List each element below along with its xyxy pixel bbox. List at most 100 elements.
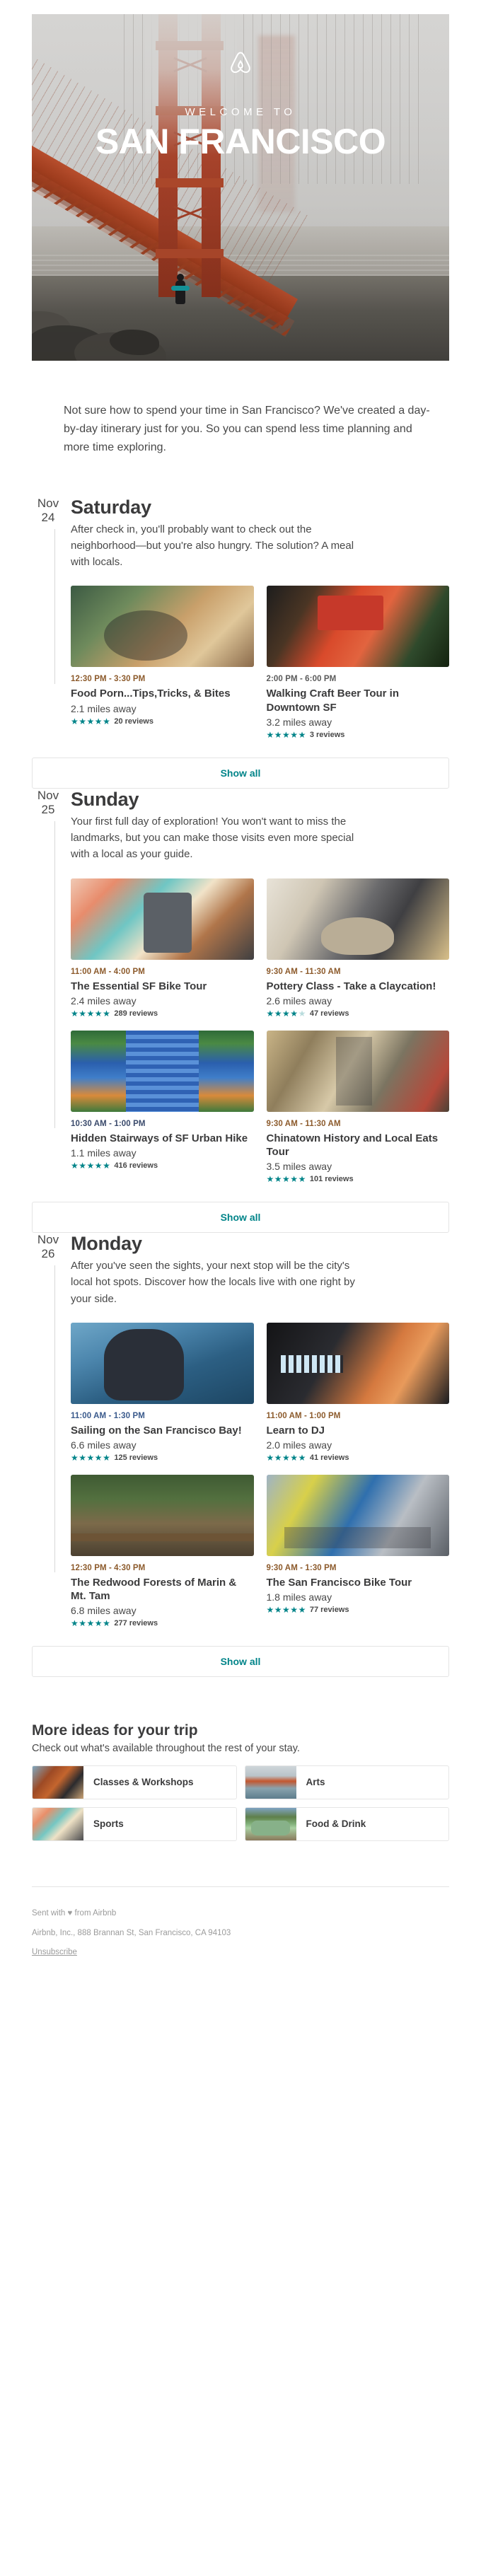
category-label: Sports — [93, 1818, 124, 1830]
experience-title[interactable]: Chinatown History and Local Eats Tour — [267, 1132, 450, 1159]
more-ideas-section: More ideas for your trip Check out what'… — [32, 1722, 449, 1842]
category-label: Food & Drink — [306, 1818, 366, 1830]
experience-title[interactable]: Hidden Stairways of SF Urban Hike — [71, 1132, 254, 1145]
experience-time: 12:30 PM - 3:30 PM — [71, 675, 146, 684]
experience-card-grid: 11:00 AM - 4:00 PM The Essential SF Bike… — [71, 878, 450, 1183]
experience-image[interactable] — [266, 1475, 449, 1557]
experience-image[interactable] — [71, 1030, 254, 1112]
category-image — [245, 1808, 296, 1841]
day-number: 24 — [41, 510, 55, 524]
experience-card[interactable]: 11:00 AM - 1:30 PM Sailing on the San Fr… — [71, 1322, 254, 1462]
experience-distance: 2.4 miles away — [71, 994, 137, 1006]
experience-rating: ★★★★★ 3 reviews — [267, 731, 450, 739]
experience-card[interactable]: 9:30 AM - 11:30 AM Chinatown History and… — [266, 1030, 450, 1183]
hero-title: SAN FRANCISCO — [95, 122, 386, 161]
experience-image[interactable] — [71, 586, 254, 668]
day-section-sunday: Nov 25 Sunday Your first full day of exp… — [32, 789, 449, 1183]
category-label: Arts — [306, 1777, 325, 1788]
experience-title[interactable]: Walking Craft Beer Tour in Downtown SF — [267, 687, 450, 714]
show-all-button[interactable]: Show all — [32, 1202, 449, 1234]
experience-title[interactable]: The Redwood Forests of Marin & Mt. Tam — [71, 1576, 254, 1603]
experience-title[interactable]: Food Porn...Tips,Tricks, & Bites — [71, 687, 254, 700]
experience-card[interactable]: 9:30 AM - 11:30 AM Pottery Class - Take … — [266, 878, 450, 1018]
day-section-monday: Nov 26 Monday After you've seen the sigh… — [32, 1233, 449, 1628]
timeline-rail — [54, 528, 55, 684]
experience-image[interactable] — [266, 1322, 449, 1404]
experience-distance: 2.0 miles away — [266, 1439, 332, 1451]
timeline-rail — [54, 1265, 55, 1573]
experience-title[interactable]: The Essential SF Bike Tour — [71, 980, 254, 993]
experience-distance: 6.8 miles away — [71, 1605, 137, 1617]
footer: Sent with ♥ from Airbnb Airbnb, Inc., 88… — [32, 1908, 449, 1957]
category-tile[interactable]: Sports — [32, 1807, 237, 1842]
star-rating-icon: ★★★★★ — [266, 729, 306, 740]
experience-reviews: 41 reviews — [309, 1454, 349, 1463]
experience-card[interactable]: 9:30 AM - 1:30 PM The San Francisco Bike… — [266, 1475, 450, 1628]
day-name: Sunday — [71, 788, 139, 810]
experience-card[interactable]: 12:30 PM - 4:30 PM The Redwood Forests o… — [71, 1475, 254, 1628]
day-number: 25 — [41, 802, 55, 816]
day-description: After you've seen the sights, your next … — [71, 1260, 355, 1305]
day-section-saturday: Nov 24 Saturday After check in, you'll p… — [32, 497, 449, 739]
experience-reviews: 416 reviews — [114, 1161, 158, 1170]
experience-reviews: 77 reviews — [309, 1606, 349, 1615]
unsubscribe-link[interactable]: Unsubscribe — [32, 1948, 77, 1956]
experience-rating: ★★★★★ 416 reviews — [71, 1161, 254, 1170]
footer-sent-with: Sent with ♥ from Airbnb — [32, 1909, 117, 1918]
experience-image[interactable] — [266, 878, 449, 960]
experience-card[interactable]: 10:30 AM - 1:00 PM Hidden Stairways of S… — [71, 1030, 254, 1183]
experience-rating: ★★★★★ 101 reviews — [267, 1175, 450, 1183]
experience-card[interactable]: 12:30 PM - 3:30 PM Food Porn...Tips,Tric… — [71, 586, 254, 738]
experience-rating: ★★★★★ 125 reviews — [71, 1454, 254, 1462]
experience-image[interactable] — [71, 1475, 254, 1557]
experience-reviews: 289 reviews — [114, 1009, 158, 1018]
experience-image[interactable] — [266, 1030, 449, 1112]
experience-card[interactable]: 11:00 AM - 1:00 PM Learn to DJ 2.0 miles… — [266, 1322, 450, 1463]
experience-distance: 1.8 miles away — [266, 1591, 332, 1603]
category-label: Classes & Workshops — [93, 1777, 194, 1788]
category-tile[interactable]: Classes & Workshops — [32, 1765, 237, 1800]
day-month: Nov — [37, 788, 59, 802]
experience-title[interactable]: Learn to DJ — [267, 1424, 450, 1437]
experience-title[interactable]: Sailing on the San Francisco Bay! — [71, 1424, 254, 1437]
footer-divider — [32, 1886, 449, 1888]
experience-time: 2:00 PM - 6:00 PM — [266, 675, 337, 684]
hero-kicker: WELCOME TO — [185, 106, 296, 118]
experience-time: 9:30 AM - 11:30 AM — [266, 1119, 341, 1128]
experience-image[interactable] — [266, 586, 449, 668]
experience-title[interactable]: Pottery Class - Take a Claycation! — [267, 980, 450, 993]
experience-card-grid: 11:00 AM - 1:30 PM Sailing on the San Fr… — [71, 1322, 450, 1628]
experience-distance: 3.5 miles away — [266, 1161, 332, 1173]
email-page: WELCOME TO SAN FRANCISCO Not sure how to… — [0, 14, 481, 1958]
experience-card[interactable]: 2:00 PM - 6:00 PM Walking Craft Beer Tou… — [266, 586, 450, 739]
experience-title[interactable]: The San Francisco Bike Tour — [267, 1576, 450, 1589]
experience-card[interactable]: 11:00 AM - 4:00 PM The Essential SF Bike… — [71, 878, 254, 1018]
show-all-button[interactable]: Show all — [32, 1646, 449, 1678]
category-image — [33, 1808, 83, 1841]
experience-time: 9:30 AM - 1:30 PM — [266, 1564, 337, 1573]
day-month: Nov — [37, 496, 59, 510]
day-name: Monday — [71, 1233, 142, 1255]
experience-time: 12:30 PM - 4:30 PM — [71, 1564, 146, 1573]
star-rating-icon: ★★★★★ — [266, 1174, 306, 1185]
experience-reviews: 101 reviews — [309, 1175, 354, 1184]
category-tile[interactable]: Food & Drink — [244, 1807, 449, 1842]
star-rating-icon: ★★★★★ — [71, 1160, 111, 1171]
experience-rating: ★★★★★ 47 reviews — [267, 1009, 450, 1018]
experience-image[interactable] — [71, 1322, 254, 1404]
experience-reviews: 3 reviews — [309, 730, 345, 739]
day-month: Nov — [37, 1233, 59, 1247]
star-rating-icon: ★★★★★ — [71, 1453, 111, 1463]
star-rating-icon: ★★★★★ — [71, 716, 111, 726]
star-rating-icon: ★★★★★ — [71, 1618, 111, 1629]
show-all-button[interactable]: Show all — [32, 757, 449, 789]
category-tile[interactable]: Arts — [244, 1765, 449, 1800]
category-image — [33, 1766, 83, 1799]
timeline-rail — [54, 820, 55, 1129]
experience-image[interactable] — [71, 878, 254, 960]
category-image — [245, 1766, 296, 1799]
experience-rating: ★★★★★ 289 reviews — [71, 1009, 254, 1018]
star-rating-icon: ★★★★★ — [266, 1453, 306, 1463]
experience-distance: 2.6 miles away — [266, 994, 332, 1006]
experience-time: 10:30 AM - 1:00 PM — [71, 1119, 146, 1128]
